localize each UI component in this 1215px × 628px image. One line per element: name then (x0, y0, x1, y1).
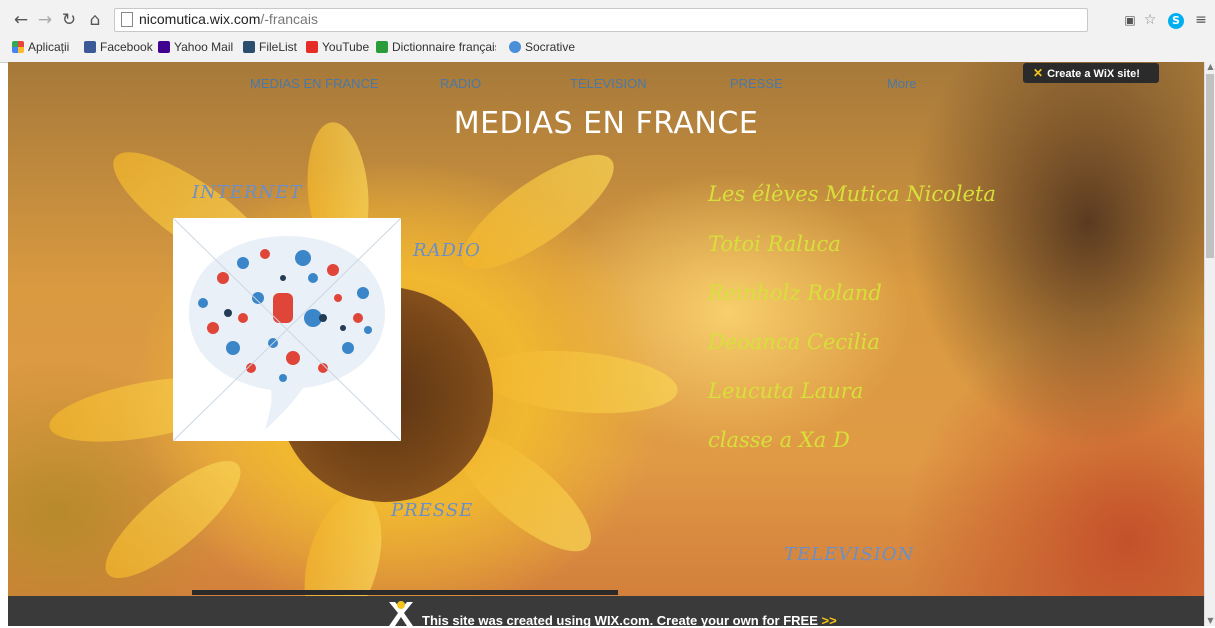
home-icon[interactable]: ⌂ (84, 8, 106, 32)
skype-icon[interactable]: S (1167, 10, 1185, 30)
label-internet[interactable]: INTERNET (192, 182, 302, 203)
translate-icon[interactable]: ▣ (1120, 10, 1140, 30)
browser-chrome: ← → ↻ ⌂ nicomutica.wix.com/-francais ▣ ☆… (0, 0, 1215, 63)
wix-footer-banner[interactable]: This site was created using WIX.com. Cre… (8, 596, 1204, 628)
youtube-icon (306, 41, 318, 53)
bookmark-facebook[interactable]: Facebook (84, 39, 153, 55)
reload-icon[interactable]: ↻ (58, 8, 80, 32)
petal-decoration (447, 135, 629, 289)
scrollbar-thumb[interactable] (1206, 74, 1214, 258)
bookmark-dictionnaire[interactable]: Dictionnaire français (376, 39, 496, 55)
address-bar[interactable]: nicomutica.wix.com/-francais (114, 8, 1088, 32)
bookmarks-bar: Aplicații Facebook Yahoo Mail FileList Y… (0, 37, 1215, 57)
menu-icon[interactable]: ≡ (1192, 10, 1210, 30)
petal-decoration (475, 343, 681, 421)
browser-toolbar: ← → ↻ ⌂ nicomutica.wix.com/-francais ▣ ☆… (0, 8, 1215, 32)
wix-logo-icon: ✕ (1033, 66, 1044, 80)
back-arrow-icon[interactable]: ← (10, 8, 32, 32)
scroll-up-arrow-icon[interactable]: ▲ (1206, 62, 1215, 72)
filelist-icon (243, 41, 255, 53)
page-background: MEDIAS EN FRANCE RADIO TELEVISION PRESSE… (8, 62, 1204, 626)
mail-icon (158, 41, 170, 53)
social-media-speech-bubble-image[interactable] (172, 217, 402, 442)
forward-arrow-icon[interactable]: → (34, 8, 56, 32)
menu-item-more[interactable]: More (887, 76, 917, 91)
bookmark-yahoo-mail[interactable]: Yahoo Mail (158, 39, 233, 55)
menu-item-television[interactable]: TELEVISION (570, 76, 647, 91)
divider-bar (192, 590, 618, 595)
socrative-icon (509, 41, 521, 53)
dictionary-icon (376, 41, 388, 53)
menu-item-medias-en-france[interactable]: MEDIAS EN FRANCE (250, 76, 379, 91)
bookmark-filelist[interactable]: FileList (243, 39, 297, 55)
students-line-3: Reinholz Roland (708, 281, 882, 305)
students-line-4: Deoanca Cecilia (708, 330, 880, 354)
students-line-1: Les élèves Mutica Nicoleta (708, 182, 996, 206)
label-television[interactable]: TELEVISION (784, 544, 914, 565)
speech-bubble-illustration (172, 217, 402, 442)
wix-logo-icon (389, 601, 413, 626)
label-radio[interactable]: RADIO (413, 240, 481, 261)
page-icon (121, 12, 133, 27)
bookmark-apps[interactable]: Aplicații (12, 39, 69, 55)
apps-grid-icon (12, 41, 24, 53)
scroll-down-arrow-icon[interactable]: ▼ (1206, 616, 1215, 626)
page-title: MEDIAS EN FRANCE (453, 106, 759, 141)
students-line-6: classe a Xa D (708, 428, 850, 452)
menu-item-radio[interactable]: RADIO (440, 76, 481, 91)
label-presse[interactable]: PRESSE (391, 500, 473, 521)
students-line-2: Totoi Raluca (708, 232, 841, 256)
petal-decoration (90, 443, 256, 596)
page-scrollbar[interactable]: ▲ ▼ (1204, 62, 1215, 626)
create-wix-site-button[interactable]: ✕ Create a WiX site! (1023, 63, 1159, 83)
url-text: nicomutica.wix.com/-francais (139, 11, 318, 27)
students-line-5: Leucuta Laura (708, 379, 864, 403)
bookmark-youtube[interactable]: YouTube (306, 39, 369, 55)
menu-item-presse[interactable]: PRESSE (730, 76, 783, 91)
facebook-icon (84, 41, 96, 53)
bookmark-socrative[interactable]: Socrative (509, 39, 575, 55)
star-icon[interactable]: ☆ (1140, 10, 1160, 30)
